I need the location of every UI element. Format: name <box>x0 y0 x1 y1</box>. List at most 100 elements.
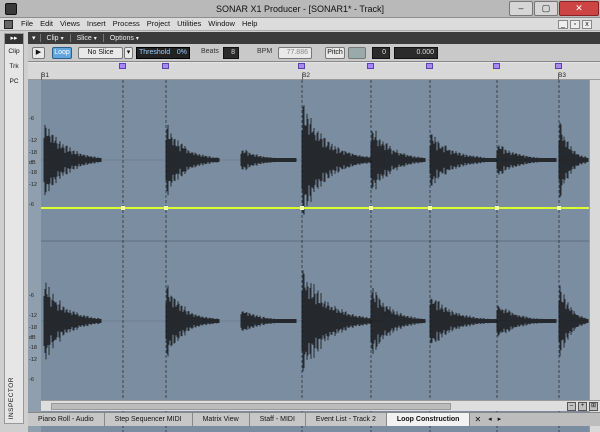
waveform-view[interactable] <box>41 80 589 432</box>
beats-field[interactable]: 8 <box>223 47 239 59</box>
slice-marker-handle[interactable] <box>426 63 433 69</box>
view-menu-slice[interactable]: Slice <box>71 35 103 42</box>
threshold-label: Threshold <box>139 49 171 56</box>
time-ruler[interactable]: B1 B2 B3 <box>28 63 600 80</box>
db-scale: -6 -12 -18 dB -18 -12 -6 -6 -12 -18 dB -… <box>28 80 41 432</box>
waveform-transient <box>429 134 497 186</box>
threshold-node <box>557 206 561 210</box>
chevron-down-icon[interactable]: ▾ <box>124 47 133 59</box>
threshold-node <box>300 206 304 210</box>
zoom-out-icon[interactable]: – <box>567 402 576 411</box>
inspector-tab-track[interactable]: Trk <box>5 59 23 74</box>
threshold-node <box>369 206 373 210</box>
beats-label: Beats <box>201 48 219 55</box>
minimize-button[interactable]: – <box>509 1 533 16</box>
menu-window[interactable]: Window <box>208 19 235 28</box>
db-unit-label: dB <box>29 160 36 166</box>
db-tick-label: -18 <box>29 170 37 176</box>
tab-piano-roll-audio[interactable]: Piano Roll - Audio <box>28 413 105 426</box>
menu-views[interactable]: Views <box>60 19 80 28</box>
menu-edit[interactable]: Edit <box>40 19 53 28</box>
view-menu-clip[interactable]: Clip <box>41 35 70 42</box>
db-tick-label: -12 <box>29 182 37 188</box>
mdi-document-icon[interactable] <box>4 20 13 29</box>
mdi-close-button[interactable]: x <box>582 20 592 29</box>
title-bar: SONAR X1 Producer - [SONAR1* - Track] – … <box>0 0 600 18</box>
slice-dropdown[interactable]: No Slice <box>78 47 123 59</box>
tab-event-list-track-2[interactable]: Event List - Track 2 <box>305 413 387 426</box>
db-tick-label: -18 <box>29 325 37 331</box>
db-tick-label: -18 <box>29 150 37 156</box>
pitch-toggle[interactable] <box>348 47 366 59</box>
collapse-arrow-icon[interactable]: ▾ <box>28 34 40 42</box>
menu-process[interactable]: Process <box>113 19 140 28</box>
tab-scroll-right-icon[interactable]: ▸ <box>495 413 505 426</box>
zoom-fit-icon[interactable]: ⊞ <box>589 402 598 411</box>
tab-staff-midi[interactable]: Staff - MIDI <box>249 413 306 426</box>
db-tick-label: -6 <box>29 377 34 383</box>
horizontal-scrollbar[interactable]: – + ⊞ <box>41 400 600 411</box>
play-button[interactable]: ▶ <box>32 47 45 59</box>
menu-project[interactable]: Project <box>147 19 170 28</box>
threshold-node <box>428 206 432 210</box>
bar-label-1: B1 <box>41 72 49 79</box>
bar-label-2: B2 <box>302 72 310 79</box>
waveform-canvas[interactable] <box>41 80 589 432</box>
db-tick-label: -6 <box>29 116 34 122</box>
slice-marker-handle[interactable] <box>555 63 562 69</box>
inspector-tab-clip[interactable]: Clip <box>5 44 23 59</box>
maximize-button[interactable]: ▢ <box>534 1 558 16</box>
tab-matrix-view[interactable]: Matrix View <box>192 413 250 426</box>
menu-utilities[interactable]: Utilities <box>177 19 201 28</box>
db-tick-label: -12 <box>29 138 37 144</box>
threshold-slider[interactable]: Threshold 0% <box>136 47 190 59</box>
db-tick-label: -12 <box>29 357 37 363</box>
vertical-scrollbar[interactable] <box>589 80 600 432</box>
view-tab-bar: Piano Roll - Audio Step Sequencer MIDI M… <box>28 412 600 426</box>
tab-scroll-left-icon[interactable]: ◂ <box>485 413 495 426</box>
pitch-semitones-field[interactable]: 0 <box>372 47 390 59</box>
waveform-transient <box>370 288 426 354</box>
tab-loop-construction[interactable]: Loop Construction <box>386 413 471 426</box>
waveform-transient <box>429 298 497 344</box>
menu-bar: File Edit Views Insert Process Project U… <box>0 18 600 31</box>
loop-construction-view: ▾ Clip Slice Options ▶ Loop No Slice ▾ T… <box>28 32 600 432</box>
slice-marker-handle[interactable] <box>298 63 305 69</box>
loop-button[interactable]: Loop <box>52 47 72 59</box>
db-tick-label: -18 <box>29 345 37 351</box>
threshold-node <box>121 206 125 210</box>
view-menu-row: ▾ Clip Slice Options <box>28 32 600 44</box>
slice-marker-handle[interactable] <box>493 63 500 69</box>
zoom-in-icon[interactable]: + <box>578 402 587 411</box>
inspector-collapse-button[interactable]: ▸▸ <box>5 34 23 44</box>
close-button[interactable]: ✕ <box>559 1 599 16</box>
ruler-tick <box>302 73 303 80</box>
close-tab-icon[interactable]: ✕ <box>470 413 485 426</box>
menu-insert[interactable]: Insert <box>87 19 106 28</box>
menu-help[interactable]: Help <box>242 19 257 28</box>
view-menu-options[interactable]: Options <box>104 35 145 42</box>
mdi-minimize-button[interactable]: _ <box>558 20 568 29</box>
waveform-transient <box>301 105 371 215</box>
slice-marker-handle[interactable] <box>367 63 374 69</box>
slice-marker-handle[interactable] <box>119 63 126 69</box>
db-tick-label: -6 <box>29 202 34 208</box>
threshold-node <box>164 206 168 210</box>
pitch-button[interactable]: Pitch <box>325 47 345 59</box>
threshold-node <box>495 206 499 210</box>
horizontal-scroll-thumb[interactable] <box>51 403 451 410</box>
inspector-label: INSPECTOR <box>8 376 15 419</box>
db-tick-label: -12 <box>29 313 37 319</box>
bpm-field[interactable]: 77.886 <box>278 47 312 59</box>
slice-marker-handle[interactable] <box>162 63 169 69</box>
menu-file[interactable]: File <box>21 19 33 28</box>
mdi-restore-button[interactable]: ▫ <box>570 20 580 29</box>
loop-toolbar: ▶ Loop No Slice ▾ Threshold 0% Beats 8 B… <box>28 44 600 62</box>
bpm-label: BPM <box>257 48 273 55</box>
tab-step-sequencer-midi[interactable]: Step Sequencer MIDI <box>104 413 193 426</box>
waveform-transient <box>301 270 371 372</box>
bar-label-3: B3 <box>558 72 566 79</box>
pitch-cents-field[interactable]: 0.000 <box>394 47 438 59</box>
inspector-tab-pc[interactable]: PC <box>5 74 23 89</box>
ruler-tick <box>41 73 42 80</box>
